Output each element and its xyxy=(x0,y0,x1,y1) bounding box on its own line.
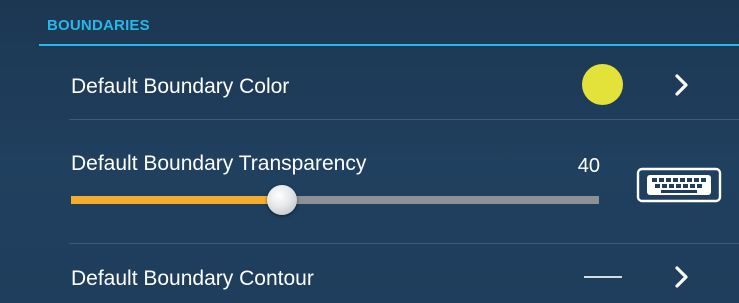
transparency-slider[interactable] xyxy=(71,183,599,221)
boundary-color-swatch[interactable] xyxy=(582,64,623,105)
boundary-transparency-label: Default Boundary Transparency xyxy=(71,152,367,175)
boundary-contour-label: Default Boundary Contour xyxy=(71,267,314,290)
chevron-right-icon[interactable] xyxy=(670,71,694,99)
keyboard-icon[interactable] xyxy=(636,167,722,203)
boundaries-settings-panel: BOUNDARIES Default Boundary Color Defaul… xyxy=(0,0,739,303)
transparency-value: 40 xyxy=(577,155,600,177)
slider-thumb[interactable] xyxy=(267,185,297,215)
section-header: BOUNDARIES xyxy=(47,17,150,34)
row-divider xyxy=(69,243,739,244)
row-divider xyxy=(69,119,739,120)
contour-line-preview xyxy=(584,276,622,278)
slider-fill xyxy=(71,196,282,204)
chevron-right-icon[interactable] xyxy=(670,263,694,291)
boundary-color-label: Default Boundary Color xyxy=(71,75,290,98)
section-divider xyxy=(39,44,739,46)
